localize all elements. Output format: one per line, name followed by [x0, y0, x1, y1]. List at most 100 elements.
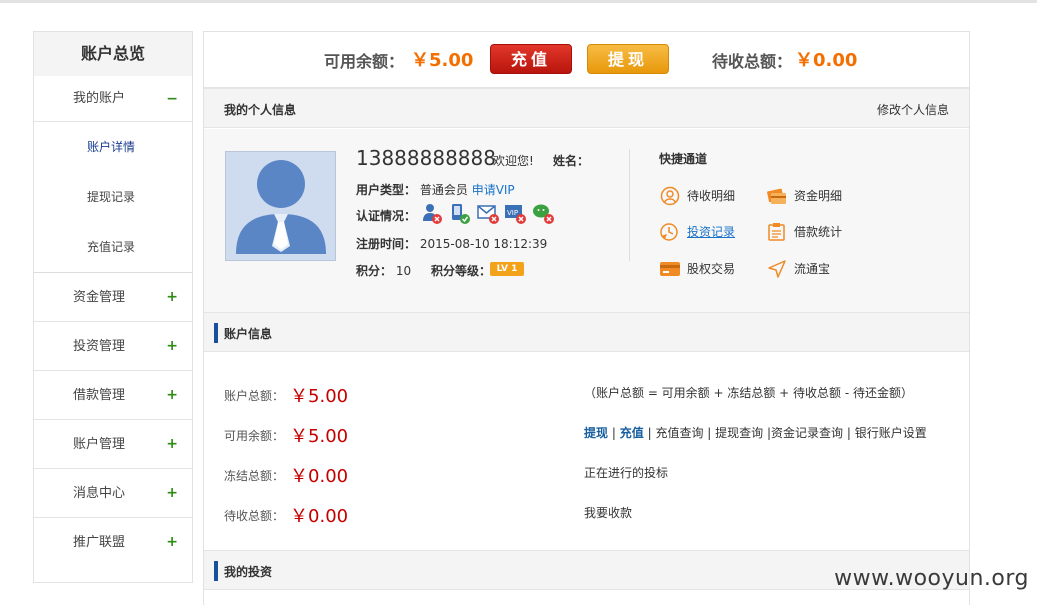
action-separator: |: [647, 426, 652, 440]
user-silhouette-icon: [236, 160, 326, 254]
quick-link-label: 投资记录: [687, 225, 736, 239]
cert-row: 认证情况：: [356, 207, 416, 224]
reg-time-row: 注册时间： 2015-08-10 18:12:39: [356, 235, 547, 252]
available-balance-label: 可用余额：: [324, 52, 405, 71]
account-row-label: 可用余额：: [224, 429, 285, 443]
sidebar-item-investment-management[interactable]: 投资管理 +: [34, 322, 192, 371]
apply-vip-link[interactable]: 申请VIP: [472, 183, 515, 197]
sidebar-section-my-account[interactable]: 我的账户 −: [34, 76, 192, 122]
expand-icon[interactable]: +: [166, 469, 178, 518]
personal-info-header: 我的个人信息 修改个人信息: [204, 88, 969, 128]
sidebar-item-loan-management[interactable]: 借款管理 +: [34, 371, 192, 420]
sidebar-item-withdraw-records[interactable]: 提现记录: [34, 172, 192, 222]
video-cert-icon[interactable]: VIP: [503, 201, 527, 225]
quick-link-label: 借款统计: [794, 225, 843, 239]
account-row-value: ￥0.00: [290, 466, 349, 487]
sidebar-item-label: 推广联盟: [73, 535, 126, 550]
equity-trade-icon: [659, 259, 681, 279]
bank-account-settings-link[interactable]: 银行账户设置: [855, 426, 927, 440]
quick-link-liutongbao[interactable]: 流通宝: [766, 258, 830, 280]
level-badge: LV 1: [490, 262, 524, 276]
account-row-label: 待收总额：: [224, 509, 285, 523]
top-divider: [0, 0, 1037, 3]
sidebar-item-account-management[interactable]: 账户管理 +: [34, 420, 192, 469]
withdraw-link[interactable]: 提现: [584, 426, 608, 440]
liutongbao-icon: [766, 259, 788, 279]
loan-stats-icon: [766, 222, 788, 242]
withdraw-query-link[interactable]: 提现查询: [715, 426, 763, 440]
fund-record-query-link[interactable]: 资金记录查询: [771, 426, 843, 440]
recharge-query-link[interactable]: 充值查询: [655, 426, 703, 440]
recharge-button[interactable]: 充值: [490, 44, 572, 74]
account-row-pending: 待收总额： ￥0.00: [224, 502, 348, 528]
sidebar-item-label: 借款管理: [73, 388, 126, 403]
account-row-available: 可用余额： ￥5.00: [224, 422, 348, 448]
sidebar-item-label: 账户管理: [73, 437, 126, 452]
quick-link-loan-stats[interactable]: 借款统计: [766, 221, 842, 243]
edit-profile-link[interactable]: 修改个人信息: [877, 101, 949, 118]
action-separator: |: [707, 426, 712, 440]
collapse-icon[interactable]: −: [166, 76, 178, 122]
phone-cert-icon[interactable]: [448, 201, 472, 225]
user-type-row: 用户类型： 普通会员 申请VIP: [356, 181, 515, 198]
points-row: 积分： 10: [356, 262, 411, 279]
sidebar-item-account-details[interactable]: 账户详情: [34, 122, 192, 172]
balance-formula: （账户总额 = 可用余额 + 冻结总额 + 待收总额 - 待还金额）: [584, 386, 914, 400]
sidebar-item-label: 资金管理: [73, 290, 126, 305]
level-label: 积分等级：: [431, 264, 492, 278]
welcome-text: 欢迎您!: [493, 154, 534, 168]
account-row-label: 冻结总额：: [224, 469, 285, 483]
sidebar-title: 账户总览: [34, 32, 192, 76]
withdraw-button[interactable]: 提现: [587, 44, 669, 74]
user-type-value: 普通会员: [419, 183, 468, 197]
sidebar-item-fund-management[interactable]: 资金管理 +: [34, 273, 192, 322]
sidebar-item-message-center[interactable]: 消息中心 +: [34, 469, 192, 518]
account-row-value: ￥5.00: [290, 426, 349, 447]
pending-total-value: ￥0.00: [795, 50, 858, 71]
sidebar-section-label: 我的账户: [73, 91, 126, 106]
recharge-link[interactable]: 充值: [620, 426, 644, 440]
ongoing-bids-link[interactable]: 正在进行的投标: [584, 464, 668, 481]
expand-icon[interactable]: +: [166, 518, 178, 567]
sidebar-open-group: 我的账户 − 账户详情 提现记录 充值记录: [34, 76, 192, 273]
quick-links-title: 快捷通道: [659, 152, 708, 166]
account-info-header: 账户信息: [204, 312, 969, 352]
account-info-title: 账户信息: [224, 327, 273, 341]
level-row: 积分等级：: [431, 262, 491, 279]
expand-icon[interactable]: +: [166, 322, 178, 371]
expand-icon[interactable]: +: [166, 420, 178, 469]
account-actions: 提现 | 充值 | 充值查询 | 提现查询 |资金记录查询 | 银行账户设置: [584, 424, 927, 441]
account-row-frozen: 冻结总额： ￥0.00: [224, 462, 348, 488]
points-value: 10: [395, 264, 412, 278]
expand-icon[interactable]: +: [166, 273, 178, 322]
quick-link-fund-detail[interactable]: 资金明细: [766, 185, 842, 207]
watermark: www.wooyun.org: [834, 566, 1029, 591]
wechat-cert-icon[interactable]: [531, 201, 555, 225]
identity-cert-icon[interactable]: [420, 201, 444, 225]
user-phone: 13888888888: [356, 146, 496, 170]
avatar: [225, 151, 336, 261]
quick-link-pending-detail[interactable]: 待收明细: [659, 185, 735, 207]
action-separator: |: [611, 426, 616, 440]
quick-link-equity-trade[interactable]: 股权交易: [659, 258, 735, 280]
reg-time-label: 注册时间：: [356, 237, 417, 251]
quick-link-label: 资金明细: [794, 189, 843, 203]
expand-icon[interactable]: +: [166, 371, 178, 420]
account-info-panel: 账户总额： ￥5.00 可用余额： ￥5.00 冻结总额： ￥0.00 待收总额： ￥0…: [204, 350, 969, 550]
sidebar-item-label: 消息中心: [73, 486, 126, 501]
quick-link-invest-record[interactable]: 投资记录: [659, 221, 735, 243]
account-row-label: 账户总额：: [224, 389, 285, 403]
quick-link-label: 流通宝: [794, 262, 831, 276]
invest-record-icon: [659, 222, 681, 242]
quick-link-label: 股权交易: [687, 262, 736, 276]
reg-time-value: 2015-08-10 18:12:39: [419, 237, 548, 251]
fund-detail-icon: [766, 186, 788, 206]
action-separator: |: [846, 426, 851, 440]
sidebar-item-recharge-records[interactable]: 充值记录: [34, 222, 192, 272]
collect-payment-link[interactable]: 我要收款: [584, 504, 632, 521]
section-marker: [214, 561, 218, 581]
svg-text:VIP: VIP: [507, 209, 518, 217]
sidebar-item-affiliate[interactable]: 推广联盟 +: [34, 518, 192, 567]
section-marker: [214, 323, 218, 343]
email-cert-icon[interactable]: [476, 201, 500, 225]
